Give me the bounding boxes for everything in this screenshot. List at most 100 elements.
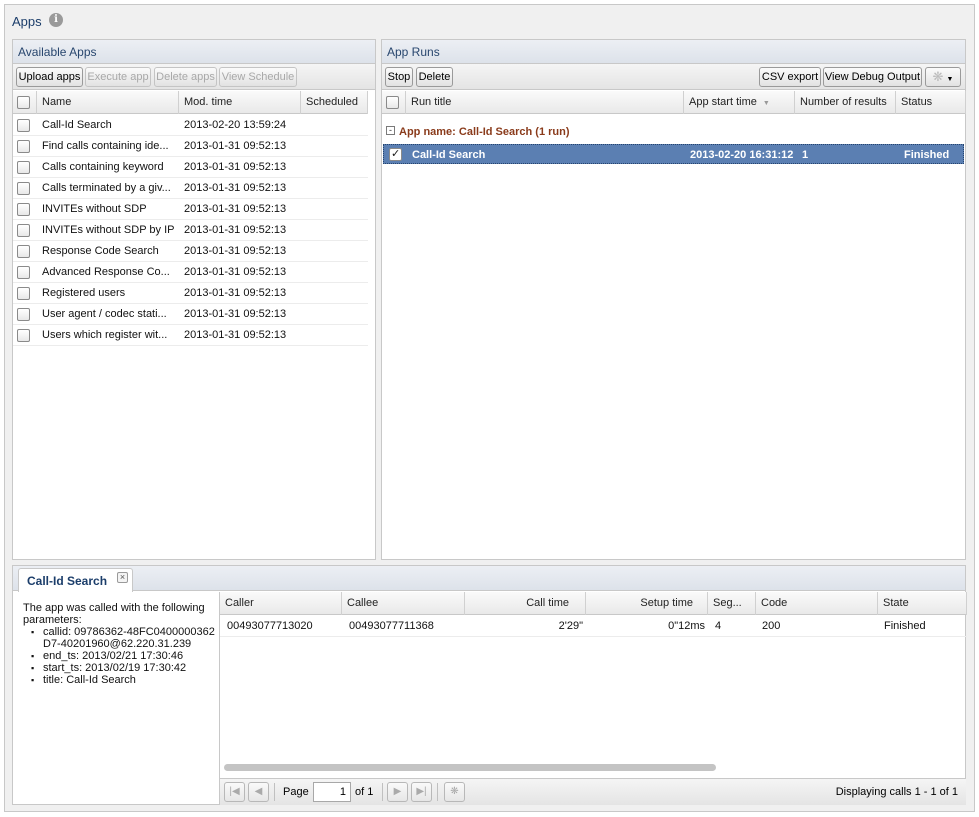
column-segments[interactable]: Seg...: [708, 592, 756, 615]
app-row-checkbox[interactable]: [17, 140, 30, 153]
horizontal-scrollbar[interactable]: [224, 764, 716, 771]
app-list-item[interactable]: INVITEs without SDP 2013-01-31 09:52:13: [13, 199, 368, 220]
page-title: Apps: [12, 14, 42, 29]
parameter-item: start_ts: 2013/02/19 17:30:42: [31, 662, 218, 674]
refresh-menu-button[interactable]: ❋ ▼: [925, 67, 961, 87]
app-row-checkbox[interactable]: [17, 308, 30, 321]
app-name-cell: Advanced Response Co...: [42, 266, 170, 278]
calls-header: Caller Callee Call time Setup time Seg..…: [220, 592, 967, 615]
app-name-cell: INVITEs without SDP by IP: [42, 224, 175, 236]
calls-grid: Caller Callee Call time Setup time Seg..…: [219, 592, 967, 805]
chevron-down-icon: ▼: [946, 76, 954, 83]
app-list-item[interactable]: Users which register wit... 2013-01-31 09…: [13, 325, 368, 346]
info-icon[interactable]: i: [49, 13, 63, 27]
upload-apps-button[interactable]: Upload apps: [16, 67, 83, 87]
column-number-of-results[interactable]: Number of results: [795, 91, 896, 114]
app-list-item[interactable]: Response Code Search 2013-01-31 09:52:13: [13, 241, 368, 262]
app-row-checkbox[interactable]: [17, 287, 30, 300]
selected-run-row[interactable]: Call-Id Search 2013-02-20 16:31:12 1 Fin…: [383, 144, 964, 164]
select-all-runs-checkbox[interactable]: [386, 96, 399, 109]
close-icon[interactable]: ×: [117, 572, 128, 583]
view-schedule-button[interactable]: View Schedule: [219, 67, 297, 87]
segments-cell: 4: [715, 620, 722, 632]
setup-time-label: Setup time: [640, 597, 693, 609]
app-mod-time-cell: 2013-01-31 09:52:13: [184, 140, 287, 152]
tab-call-id-search[interactable]: Call-Id Search ×: [18, 568, 133, 592]
app-name-cell: Call-Id Search: [42, 119, 112, 131]
code-cell: 200: [762, 620, 781, 632]
start-time-label: App start time: [689, 96, 757, 108]
pager-separator: [274, 783, 275, 801]
select-all-column: [13, 91, 37, 114]
first-page-icon[interactable]: |◀: [224, 782, 245, 802]
call-row[interactable]: 00493077713020 00493077711368 2'29" 0"12ms 4…: [220, 616, 967, 637]
parameters-summary: The app was called with the following pa…: [23, 602, 218, 686]
available-apps-toolbar: Upload apps Execute app Delete apps View…: [13, 64, 375, 90]
app-row-checkbox[interactable]: [17, 203, 30, 216]
app-mod-time-cell: 2013-01-31 09:52:13: [184, 329, 287, 341]
column-status[interactable]: Status: [896, 91, 966, 114]
app-mod-time-cell: 2013-01-31 09:52:13: [184, 245, 287, 257]
select-all-checkbox[interactable]: [17, 96, 30, 109]
group-header-row[interactable]: - App name: Call-Id Search (1 run): [382, 121, 965, 143]
app-name-cell: INVITEs without SDP: [42, 203, 147, 215]
column-setup-time[interactable]: Setup time: [586, 592, 708, 615]
pager-separator: [382, 783, 383, 801]
column-app-start-time[interactable]: App start time ▼: [684, 91, 795, 114]
app-list-item[interactable]: Calls terminated by a giv... 2013-01-31 0…: [13, 178, 368, 199]
run-row-checkbox[interactable]: [389, 147, 402, 161]
loading-spinner-icon: ❋: [932, 69, 944, 84]
app-row-checkbox[interactable]: [17, 266, 30, 279]
app-row-checkbox[interactable]: [17, 119, 30, 132]
app-list-item[interactable]: Call-Id Search 2013-02-20 13:59:24: [13, 115, 368, 136]
app-row-checkbox[interactable]: [17, 245, 30, 258]
collapse-icon[interactable]: -: [386, 126, 395, 135]
app-name-cell: Response Code Search: [42, 245, 159, 257]
column-call-time[interactable]: Call time: [465, 592, 586, 615]
column-scheduled[interactable]: Scheduled: [301, 91, 368, 114]
app-list-item[interactable]: User agent / codec stati... 2013-01-31 09…: [13, 304, 368, 325]
app-row-checkbox[interactable]: [17, 224, 30, 237]
app-list-item[interactable]: INVITEs without SDP by IP 2013-01-31 09:5…: [13, 220, 368, 241]
app-row-checkbox[interactable]: [17, 329, 30, 342]
app-runs-header: Run title App start time ▼ Number of res…: [382, 91, 966, 114]
execute-app-button[interactable]: Execute app: [85, 67, 151, 87]
run-title-cell: Call-Id Search: [412, 149, 486, 161]
app-list-item[interactable]: Registered users 2013-01-31 09:52:13: [13, 283, 368, 304]
app-runs-panel: App Runs Stop Delete CSV export View Deb…: [381, 39, 966, 560]
page-count: of 1: [355, 786, 374, 798]
delete-apps-button[interactable]: Delete apps: [154, 67, 217, 87]
run-start-time-cell: 2013-02-20 16:31:12: [690, 149, 794, 161]
app-name-cell: Registered users: [42, 287, 126, 299]
app-row-checkbox[interactable]: [17, 182, 30, 195]
app-list-item[interactable]: Advanced Response Co... 2013-01-31 09:52:…: [13, 262, 368, 283]
available-apps-title: Available Apps: [13, 40, 375, 64]
run-detail-panel: Call-Id Search × The app was called with…: [12, 565, 967, 805]
column-callee[interactable]: Callee: [342, 592, 465, 615]
prev-page-icon[interactable]: ◀: [248, 782, 269, 802]
column-name[interactable]: Name: [37, 91, 179, 114]
csv-export-button[interactable]: CSV export: [759, 67, 821, 87]
column-caller[interactable]: Caller: [220, 592, 342, 615]
app-name-cell: Calls terminated by a giv...: [42, 182, 171, 194]
column-run-title[interactable]: Run title: [406, 91, 684, 114]
app-row-checkbox[interactable]: [17, 161, 30, 174]
call-time-label: Call time: [526, 597, 569, 609]
last-page-icon[interactable]: ▶|: [411, 782, 432, 802]
app-mod-time-cell: 2013-01-31 09:52:13: [184, 224, 287, 236]
stop-button[interactable]: Stop: [385, 67, 413, 87]
delete-run-button[interactable]: Delete: [416, 67, 453, 87]
page-input[interactable]: [313, 782, 351, 802]
refresh-icon[interactable]: ❋: [444, 782, 465, 802]
tab-label: Call-Id Search: [27, 574, 108, 588]
view-debug-output-button[interactable]: View Debug Output: [823, 67, 922, 87]
column-state[interactable]: State: [878, 592, 967, 615]
column-code[interactable]: Code: [756, 592, 878, 615]
app-list-item[interactable]: Find calls containing ide... 2013-01-31 0…: [13, 136, 368, 157]
app-list-item[interactable]: Calls containing keyword 2013-01-31 09:52…: [13, 157, 368, 178]
column-mod-time[interactable]: Mod. time: [179, 91, 301, 114]
app-runs-toolbar: Stop Delete CSV export View Debug Output…: [382, 64, 965, 90]
app-mod-time-cell: 2013-01-31 09:52:13: [184, 182, 287, 194]
next-page-icon[interactable]: ▶: [387, 782, 408, 802]
parameter-item: title: Call-Id Search: [31, 674, 218, 686]
